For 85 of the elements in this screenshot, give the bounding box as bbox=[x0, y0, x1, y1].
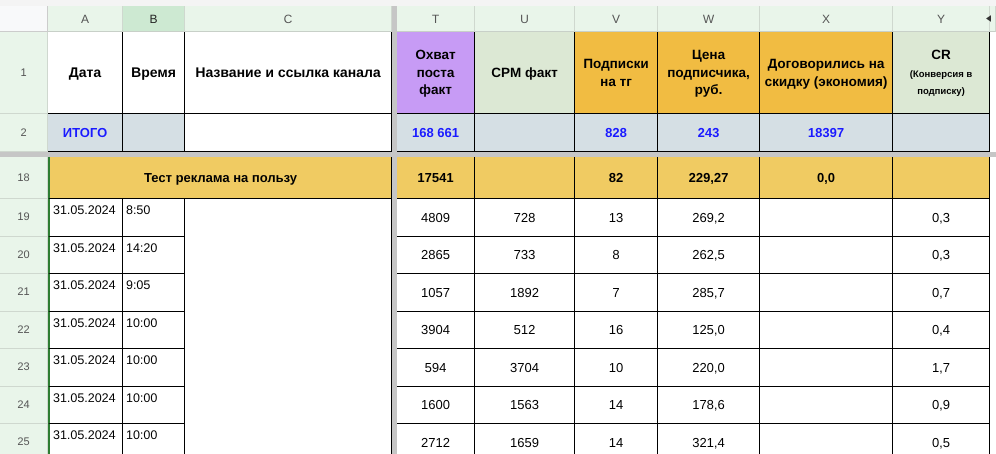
table-cell: 82 bbox=[575, 157, 658, 199]
table-cell: 828 bbox=[575, 114, 658, 152]
column-title: Охват поста факт bbox=[414, 46, 457, 99]
table-cell: 269,2 bbox=[658, 199, 760, 236]
column-header[interactable]: W bbox=[658, 6, 760, 32]
table-cell: 3904 bbox=[397, 312, 475, 349]
collapse-arrow-icon[interactable] bbox=[986, 15, 991, 22]
table-cell: 220,0 bbox=[658, 349, 760, 386]
column-title: Подписки на тг bbox=[582, 54, 650, 90]
row-number[interactable]: 21 bbox=[0, 274, 48, 312]
table-cell: 31.05.2024 bbox=[48, 274, 123, 312]
table-cell: 733 bbox=[475, 236, 575, 274]
row-number[interactable]: 19 bbox=[0, 199, 48, 236]
column-title: Название и ссылка канала bbox=[195, 63, 381, 82]
table-cell: 31.05.2024 bbox=[48, 424, 123, 454]
table-cell: 8:50 bbox=[123, 199, 185, 236]
table-cell: 285,7 bbox=[658, 274, 760, 312]
column-header[interactable]: V bbox=[575, 6, 658, 32]
table-cell: 262,5 bbox=[658, 236, 760, 274]
column-header[interactable]: C bbox=[185, 6, 392, 32]
row-number[interactable]: 22 bbox=[0, 312, 48, 349]
table-cell: 1563 bbox=[475, 386, 575, 424]
column-title: Время bbox=[131, 63, 176, 82]
table-cell: 31.05.2024 bbox=[48, 386, 123, 424]
table-cell: 31.05.2024 bbox=[48, 199, 123, 236]
row-number[interactable]: 1 bbox=[0, 32, 48, 114]
table-cell: 18397 bbox=[760, 114, 893, 152]
table-cell: 16 bbox=[575, 312, 658, 349]
row-number[interactable]: 2 bbox=[0, 114, 48, 152]
row-number[interactable]: 24 bbox=[0, 386, 48, 424]
table-cell: 178,6 bbox=[658, 386, 760, 424]
table-cell: 1057 bbox=[397, 274, 475, 312]
column-header[interactable]: T bbox=[397, 6, 475, 32]
table-cell: 1600 bbox=[397, 386, 475, 424]
table-cell: 10:00 bbox=[123, 424, 185, 454]
section-title: Тест реклама на пользу bbox=[48, 157, 392, 199]
table-cell: 31.05.2024 bbox=[48, 349, 123, 386]
table-cell: 14:20 bbox=[123, 236, 185, 274]
table-cell: 125,0 bbox=[658, 312, 760, 349]
row-number[interactable]: 25 bbox=[0, 424, 48, 454]
table-cell: 7 bbox=[575, 274, 658, 312]
table-cell: 10:00 bbox=[123, 312, 185, 349]
row-number[interactable]: 23 bbox=[0, 349, 48, 386]
table-cell: 9:05 bbox=[123, 274, 185, 312]
column-title: Договорились на скидку (экономия) bbox=[764, 54, 888, 90]
table-cell: 594 bbox=[397, 349, 475, 386]
table-cell: 2865 bbox=[397, 236, 475, 274]
table-cell: 14 bbox=[575, 386, 658, 424]
table-cell: 168 661 bbox=[397, 114, 475, 152]
table-cell: 14 bbox=[575, 424, 658, 454]
column-title: CR (Конверсия в подписку) bbox=[908, 46, 974, 99]
row-number[interactable]: 18 bbox=[0, 157, 48, 199]
freeze-bar[interactable] bbox=[0, 152, 996, 157]
column-header[interactable]: A bbox=[48, 6, 123, 32]
column-title: Цена подписчика, руб. bbox=[666, 46, 751, 99]
column-title: Дата bbox=[68, 63, 102, 82]
table-cell: 512 bbox=[475, 312, 575, 349]
freeze-bar[interactable] bbox=[392, 424, 397, 454]
table-cell: 728 bbox=[475, 199, 575, 236]
row-number[interactable]: 20 bbox=[0, 236, 48, 274]
column-title: CPM факт bbox=[491, 64, 558, 82]
table-cell: ИТОГО bbox=[48, 114, 123, 152]
select-all-corner[interactable] bbox=[0, 6, 48, 32]
table-cell: 31.05.2024 bbox=[48, 312, 123, 349]
freeze-bar[interactable] bbox=[392, 6, 397, 32]
table-cell: 10:00 bbox=[123, 349, 185, 386]
table-cell: 2712 bbox=[397, 424, 475, 454]
table-cell: 10:00 bbox=[123, 386, 185, 424]
column-header[interactable]: B bbox=[123, 6, 185, 32]
table-cell: 229,27 bbox=[658, 157, 760, 199]
table-cell: 321,4 bbox=[658, 424, 760, 454]
table-cell: 10 bbox=[575, 349, 658, 386]
table-cell: 3704 bbox=[475, 349, 575, 386]
table-cell: 1892 bbox=[475, 274, 575, 312]
table-cell: 8 bbox=[575, 236, 658, 274]
table-cell: 243 bbox=[658, 114, 760, 152]
table-cell: 13 bbox=[575, 199, 658, 236]
table-cell: 1659 bbox=[475, 424, 575, 454]
table-cell: 0,0 bbox=[760, 157, 893, 199]
table-cell: 31.05.2024 bbox=[48, 236, 123, 274]
column-header[interactable]: Y bbox=[893, 6, 990, 32]
table-cell: 4809 bbox=[397, 199, 475, 236]
table-cell: 17541 bbox=[397, 157, 475, 199]
column-header[interactable]: U bbox=[475, 6, 575, 32]
column-header[interactable]: X bbox=[760, 6, 893, 32]
